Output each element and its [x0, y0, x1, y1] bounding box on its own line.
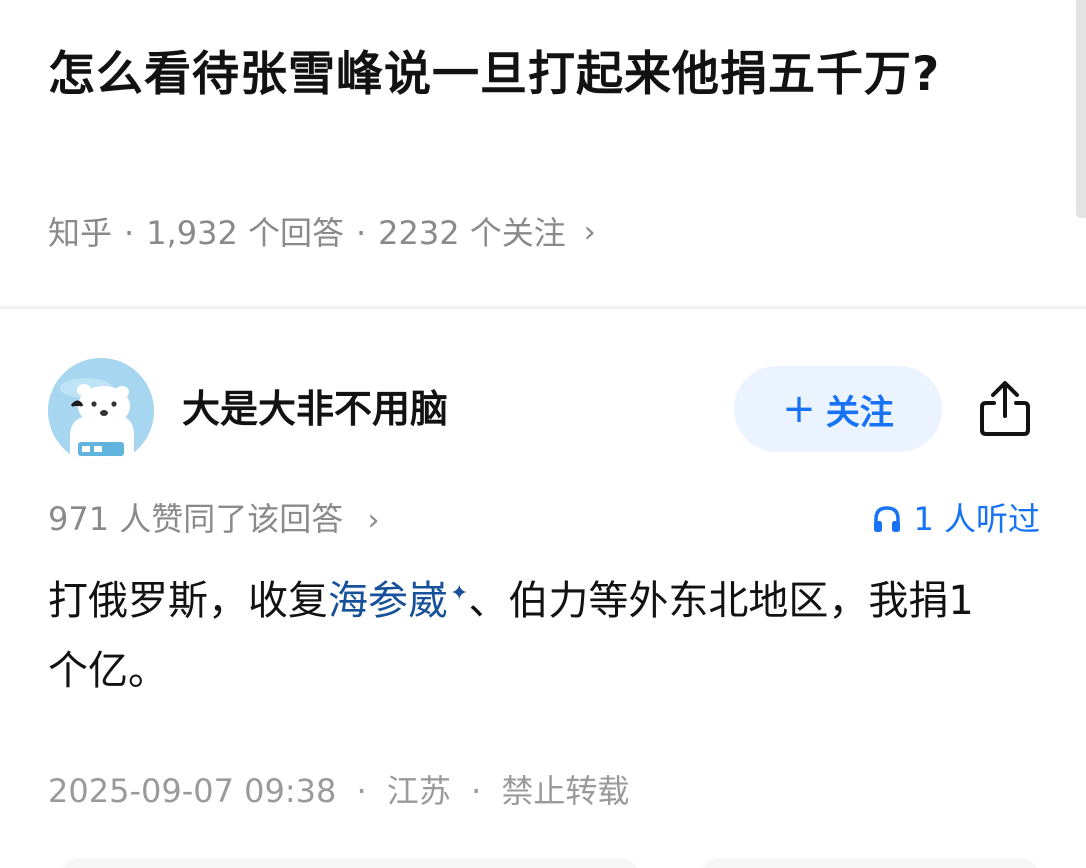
- keyword-link-text: 海参崴: [328, 578, 448, 624]
- follow-button[interactable]: + 关注: [734, 366, 942, 452]
- plus-icon: +: [782, 386, 816, 432]
- bottom-action-pill[interactable]: [60, 858, 640, 868]
- scrollbar[interactable]: [1076, 0, 1086, 218]
- separator-dot: ·: [356, 772, 367, 810]
- answer-location: 江苏: [386, 772, 451, 810]
- separator-dot: ·: [471, 772, 482, 810]
- share-button[interactable]: [972, 376, 1038, 442]
- upvote-summary[interactable]: 971 人赞同了该回答 ›: [48, 496, 379, 544]
- keyword-link[interactable]: 海参崴✦: [328, 578, 468, 624]
- author-name[interactable]: 大是大非不用脑: [182, 382, 448, 436]
- answer-content: 打俄罗斯，收复海参崴✦、伯力等外东北地区，我捐1个亿。: [48, 566, 1008, 706]
- source-label: 知乎: [48, 214, 113, 252]
- answer-count: 1,932 个回答: [146, 214, 344, 252]
- question-title[interactable]: 怎么看待张雪峰说一旦打起来他捐五千万?: [48, 42, 1008, 108]
- section-divider: [0, 306, 1086, 309]
- polar-bear-avatar-icon: [48, 358, 154, 464]
- follower-count: 2232 个关注: [378, 214, 566, 252]
- upvote-count-text: 971 人赞同了该回答: [48, 500, 344, 538]
- bottom-action-pill[interactable]: [700, 858, 1040, 868]
- answer-footer-meta: 2025-09-07 09:38 · 江苏 · 禁止转载: [48, 768, 629, 814]
- answer-text-part: 打俄罗斯，收复: [48, 578, 328, 624]
- chevron-right-icon: ›: [367, 503, 380, 538]
- separator-dot: ·: [355, 214, 367, 252]
- chevron-right-icon: ›: [583, 215, 596, 250]
- listen-count[interactable]: 1 人听过: [871, 496, 1040, 542]
- sparkle-icon: ✦: [450, 580, 469, 606]
- share-icon: [980, 381, 1030, 436]
- question-meta[interactable]: 知乎 · 1,932 个回答 · 2232 个关注 ›: [48, 210, 596, 256]
- headphones-icon: [874, 506, 901, 532]
- answer-page: 怎么看待张雪峰说一旦打起来他捐五千万? 知乎 · 1,932 个回答 · 223…: [0, 0, 1086, 868]
- copyright-notice: 禁止转载: [501, 772, 630, 810]
- follow-label: 关注: [825, 392, 894, 433]
- separator-dot: ·: [124, 214, 135, 252]
- listen-count-text: 1 人听过: [913, 500, 1040, 538]
- answer-date: 2025-09-07 09:38: [48, 772, 337, 810]
- author-avatar[interactable]: [48, 358, 154, 464]
